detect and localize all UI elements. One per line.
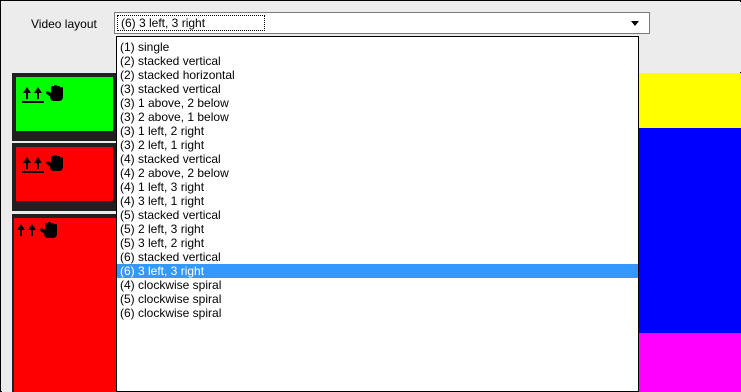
dropdown-option[interactable]: (3) 2 above, 1 below bbox=[117, 110, 638, 124]
dropdown-option[interactable]: (5) stacked vertical bbox=[117, 208, 638, 222]
up-arrow-icon[interactable] bbox=[16, 224, 26, 238]
dropdown-option[interactable]: (6) 3 left, 3 right bbox=[117, 264, 638, 279]
dropdown-option[interactable]: (3) 1 left, 2 right bbox=[117, 124, 638, 138]
dropdown-option[interactable]: (3) stacked vertical bbox=[117, 82, 638, 96]
hand-icon[interactable] bbox=[45, 155, 64, 171]
dropdown-option[interactable]: (5) 2 left, 3 right bbox=[117, 222, 638, 236]
video-layout-label: Video layout bbox=[31, 17, 97, 31]
arrow-underline bbox=[22, 101, 44, 103]
hand-icon[interactable] bbox=[39, 222, 58, 238]
video-panel-3-fill bbox=[14, 218, 120, 392]
video-layout-dropdown-list[interactable]: (1) single (2) stacked vertical (2) stacke… bbox=[116, 36, 639, 392]
arrow-underline bbox=[22, 171, 44, 173]
dropdown-option[interactable]: (2) stacked vertical bbox=[117, 54, 638, 68]
video-layout-select[interactable]: (6) 3 left, 3 right bbox=[114, 12, 650, 34]
up-arrow-icon[interactable] bbox=[33, 87, 43, 101]
dropdown-option[interactable]: (3) 1 above, 2 below bbox=[117, 96, 638, 110]
video-panel-1-fill bbox=[16, 77, 113, 131]
dropdown-option[interactable]: (3) 2 left, 1 right bbox=[117, 138, 638, 152]
dropdown-option[interactable]: (5) 3 left, 2 right bbox=[117, 236, 638, 250]
up-arrow-icon[interactable] bbox=[22, 87, 32, 101]
video-panel-2-fill bbox=[16, 147, 113, 201]
dropdown-option[interactable]: (2) stacked horizontal bbox=[117, 68, 638, 82]
dropdown-option[interactable]: (4) 2 above, 2 below bbox=[117, 166, 638, 180]
dropdown-option[interactable]: (4) 3 left, 1 right bbox=[117, 194, 638, 208]
dropdown-option[interactable]: (6) clockwise spiral bbox=[117, 306, 638, 320]
dropdown-option[interactable]: (4) clockwise spiral bbox=[117, 278, 638, 292]
panel-2-icons bbox=[22, 155, 64, 171]
video-layout-value: (6) 3 left, 3 right bbox=[121, 16, 206, 30]
up-arrow-icon[interactable] bbox=[33, 157, 43, 171]
video-panel-6[interactable] bbox=[635, 333, 741, 392]
video-panel-2[interactable] bbox=[12, 143, 117, 211]
video-panel-4[interactable] bbox=[635, 73, 741, 128]
dropdown-option[interactable]: (6) stacked vertical bbox=[117, 250, 638, 264]
up-arrow-icon[interactable] bbox=[27, 224, 37, 238]
chevron-down-icon[interactable] bbox=[631, 21, 639, 26]
up-arrow-icon[interactable] bbox=[22, 157, 32, 171]
video-panel-1[interactable] bbox=[12, 73, 117, 141]
app-window: Video layout (6) 3 left, 3 right (1) sin… bbox=[0, 0, 741, 392]
hand-icon[interactable] bbox=[45, 85, 64, 101]
panel-1-icons bbox=[22, 85, 64, 101]
dropdown-option[interactable]: (4) 1 left, 3 right bbox=[117, 180, 638, 194]
dropdown-option[interactable]: (5) clockwise spiral bbox=[117, 292, 638, 306]
panel-3-icons bbox=[16, 222, 58, 238]
dropdown-option[interactable]: (4) stacked vertical bbox=[117, 152, 638, 166]
video-panel-5[interactable] bbox=[635, 128, 741, 333]
dropdown-option[interactable]: (1) single bbox=[117, 40, 638, 54]
video-panel-3[interactable] bbox=[12, 214, 120, 392]
